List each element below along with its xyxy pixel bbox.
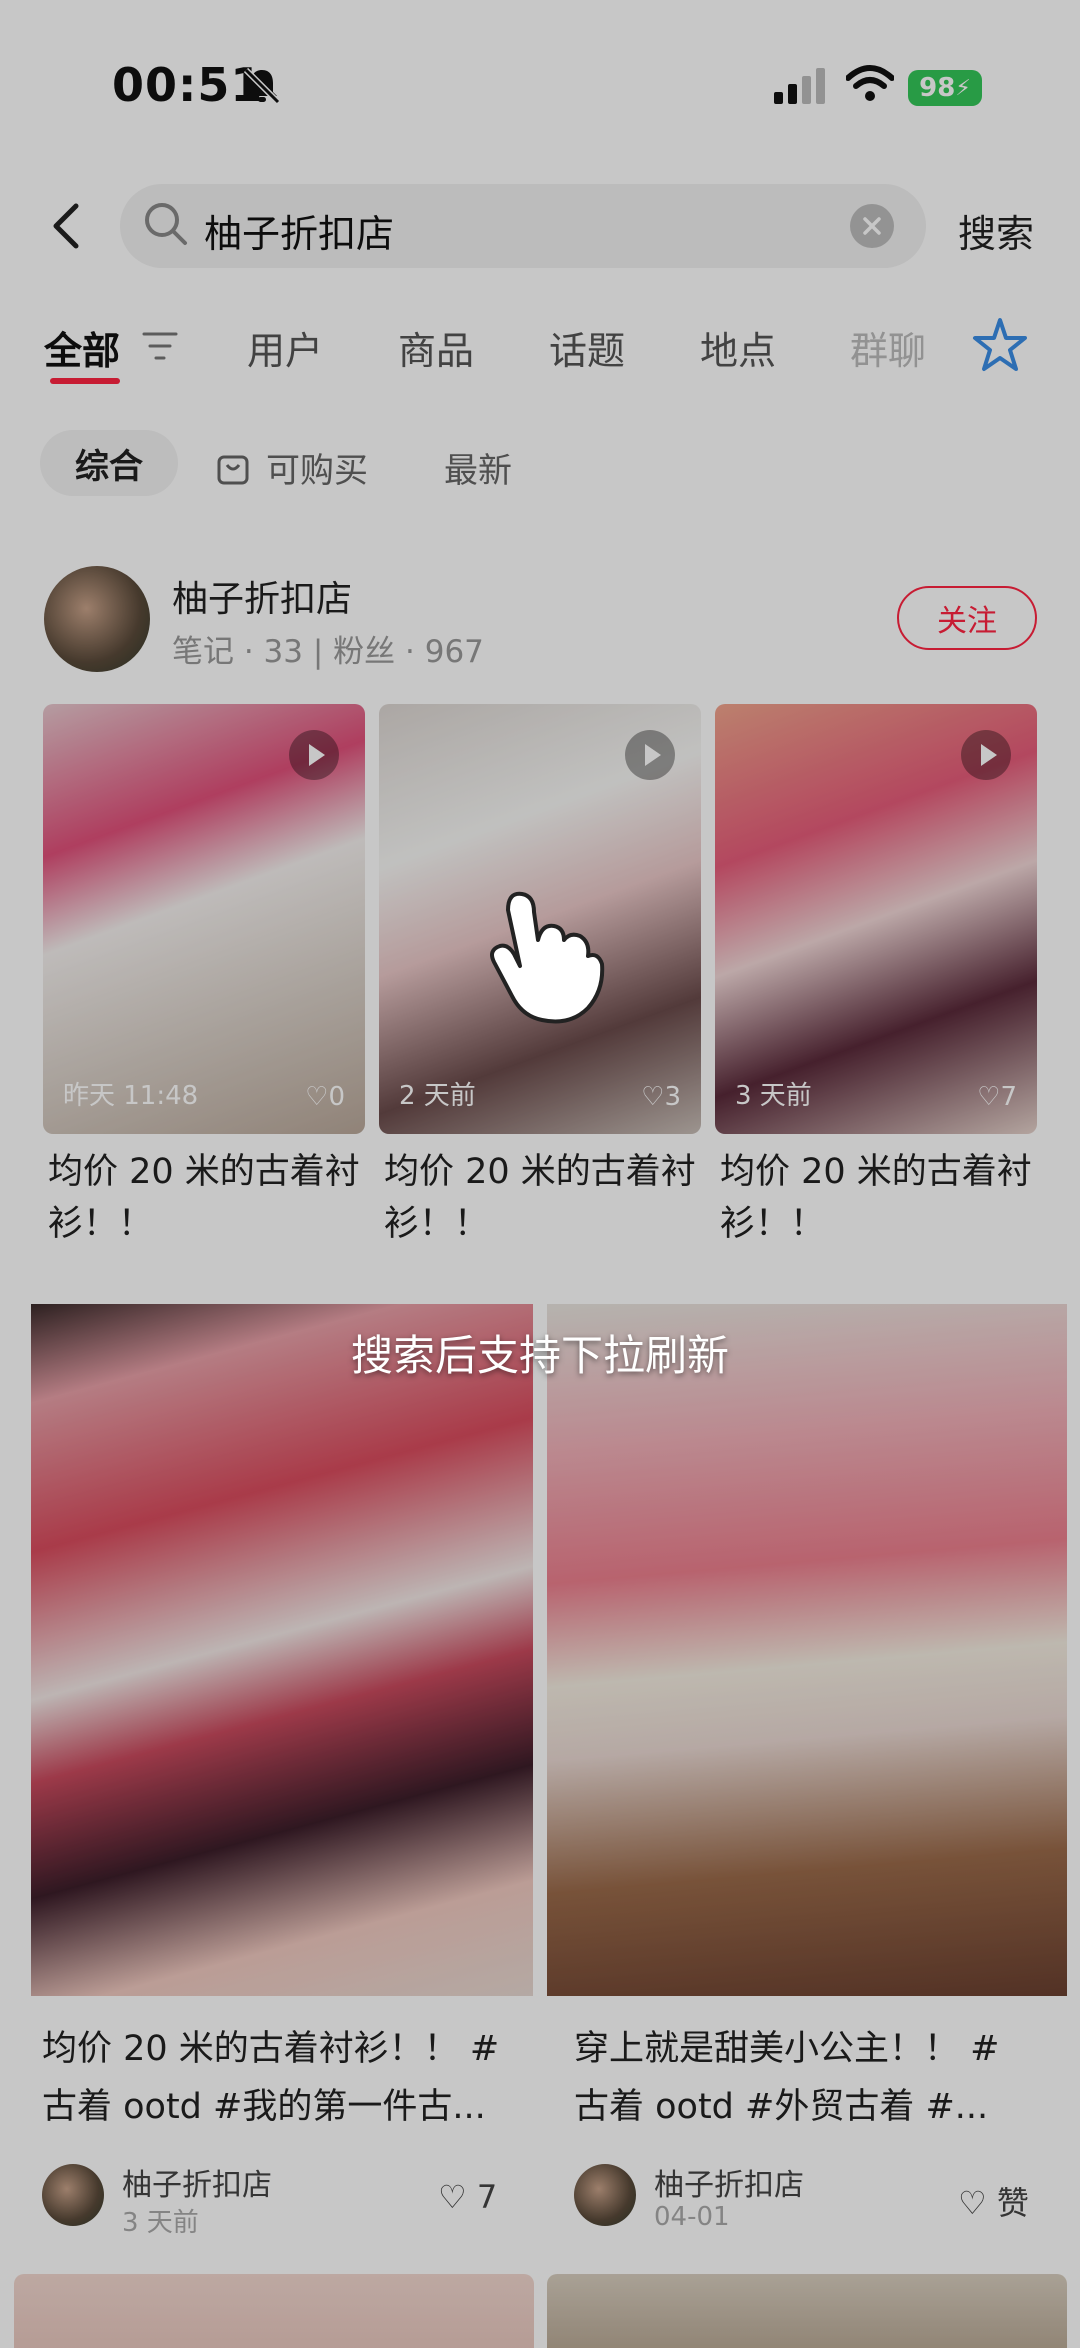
hand-pointer-icon	[490, 891, 605, 1024]
dim-overlay	[0, 0, 1080, 2348]
refresh-hint-toast: 搜索后支持下拉刷新	[350, 1331, 729, 1380]
